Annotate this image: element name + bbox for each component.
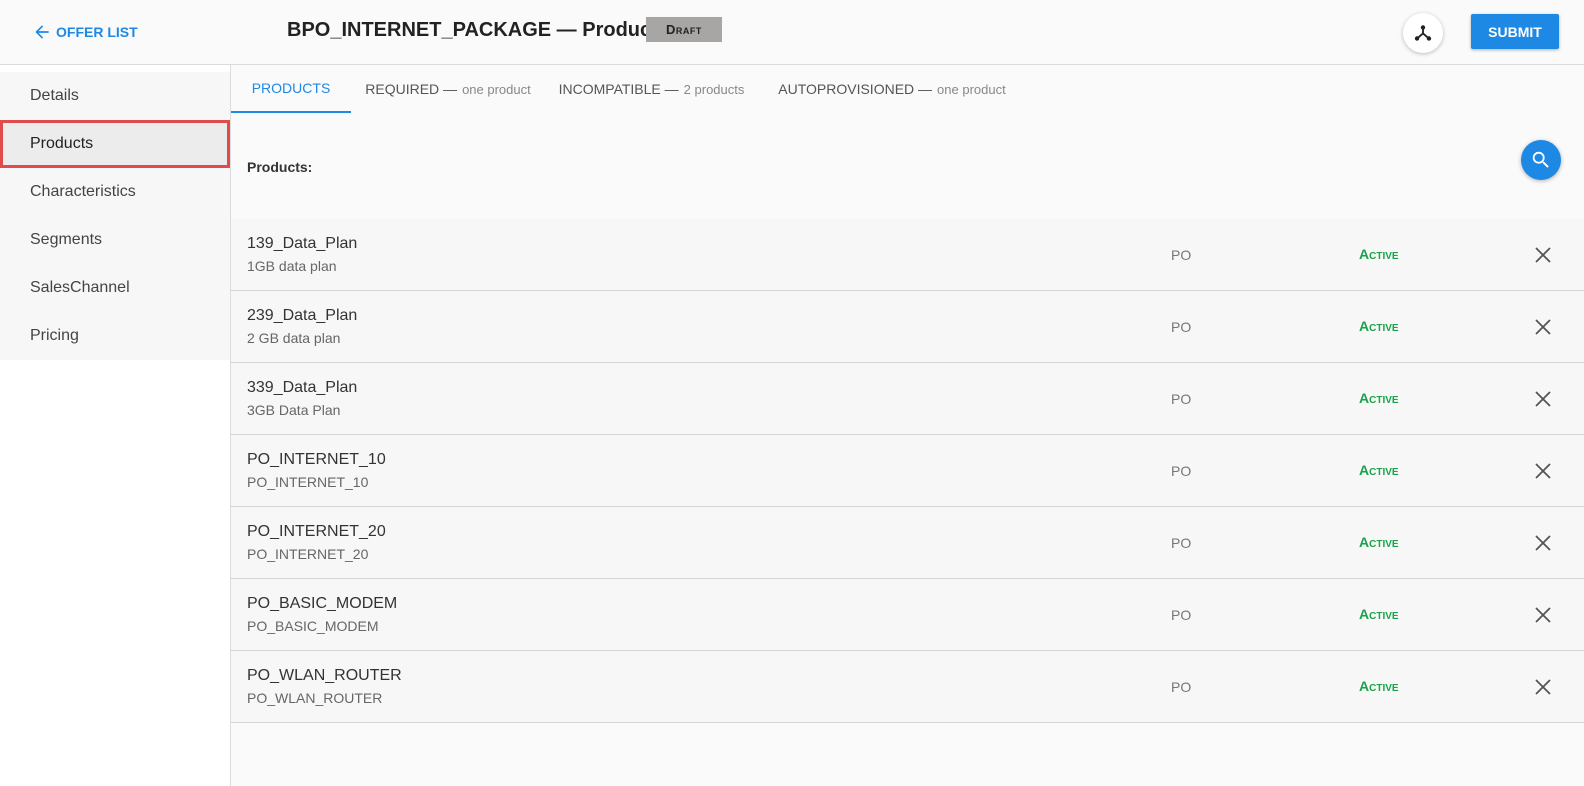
product-type: PO xyxy=(1171,463,1192,479)
product-type: PO xyxy=(1171,391,1192,407)
product-status: Active xyxy=(1359,462,1399,478)
status-badge: Draft xyxy=(646,17,722,42)
close-icon xyxy=(1535,319,1551,335)
tab-autoprovisioned[interactable]: AUTOPROVISIONED — one product xyxy=(758,65,1026,113)
product-description: PO_BASIC_MODEM xyxy=(247,618,379,634)
product-name: 339_Data_Plan xyxy=(247,379,358,396)
product-description: PO_INTERNET_10 xyxy=(247,474,369,490)
list-item[interactable]: PO_WLAN_ROUTER PO_WLAN_ROUTER PO Active xyxy=(231,651,1584,723)
remove-product-button[interactable] xyxy=(1533,677,1553,697)
product-description: 3GB Data Plan xyxy=(247,402,341,418)
tab-bar: PRODUCTS REQUIRED — one product INCOMPAT… xyxy=(231,65,1584,113)
product-description: PO_WLAN_ROUTER xyxy=(247,690,383,706)
list-item[interactable]: PO_BASIC_MODEM PO_BASIC_MODEM PO Active xyxy=(231,579,1584,651)
close-icon xyxy=(1535,535,1551,551)
hierarchy-icon xyxy=(1414,25,1432,41)
product-status: Active xyxy=(1359,246,1399,262)
remove-product-button[interactable] xyxy=(1533,317,1553,337)
product-name: 139_Data_Plan xyxy=(247,235,358,252)
product-name: 239_Data_Plan xyxy=(247,307,358,324)
tab-products[interactable]: PRODUCTS xyxy=(231,65,351,113)
close-icon xyxy=(1535,607,1551,623)
product-name: PO_INTERNET_20 xyxy=(247,523,386,540)
product-status: Active xyxy=(1359,390,1399,406)
tab-count: one product xyxy=(462,81,531,97)
list-item[interactable]: 139_Data_Plan 1GB data plan PO Active xyxy=(231,219,1584,291)
product-type: PO xyxy=(1171,679,1192,695)
sidebar-item-pricing[interactable]: Pricing xyxy=(0,312,230,360)
remove-product-button[interactable] xyxy=(1533,533,1553,553)
app-header: OFFER LIST BPO_INTERNET_PACKAGE — Produc… xyxy=(0,0,1584,65)
main-content: PRODUCTS REQUIRED — one product INCOMPAT… xyxy=(231,65,1584,786)
products-section-label: Products: xyxy=(247,159,313,175)
tab-required[interactable]: REQUIRED — one product xyxy=(351,65,545,113)
search-button[interactable] xyxy=(1521,140,1561,180)
remove-product-button[interactable] xyxy=(1533,245,1553,265)
product-status: Active xyxy=(1359,678,1399,694)
product-type: PO xyxy=(1171,607,1192,623)
search-icon xyxy=(1532,151,1549,168)
remove-product-button[interactable] xyxy=(1533,605,1553,625)
close-icon xyxy=(1535,463,1551,479)
tab-count: one product xyxy=(937,81,1006,97)
product-type: PO xyxy=(1171,535,1192,551)
tab-count: 2 products xyxy=(683,81,745,97)
product-status: Active xyxy=(1359,606,1399,622)
list-item[interactable]: 239_Data_Plan 2 GB data plan PO Active xyxy=(231,291,1584,363)
close-icon xyxy=(1535,679,1551,695)
tab-label: PRODUCTS xyxy=(251,80,331,96)
sidebar-item-characteristics[interactable]: Characteristics xyxy=(0,168,230,216)
product-type: PO xyxy=(1171,247,1192,263)
tab-label: INCOMPATIBLE — xyxy=(558,81,679,97)
sidebar: Details Products Characteristics Segment… xyxy=(0,65,231,786)
product-status: Active xyxy=(1359,534,1399,550)
close-icon xyxy=(1535,247,1551,263)
product-description: PO_INTERNET_20 xyxy=(247,546,369,562)
tab-incompatible[interactable]: INCOMPATIBLE — 2 products xyxy=(545,65,758,113)
sidebar-item-products[interactable]: Products xyxy=(0,120,230,168)
list-item[interactable]: PO_INTERNET_10 PO_INTERNET_10 PO Active xyxy=(231,435,1584,507)
close-icon xyxy=(1535,391,1551,407)
list-item[interactable]: 339_Data_Plan 3GB Data Plan PO Active xyxy=(231,363,1584,435)
remove-product-button[interactable] xyxy=(1533,389,1553,409)
products-list: 139_Data_Plan 1GB data plan PO Active 23… xyxy=(231,219,1584,723)
product-description: 2 GB data plan xyxy=(247,330,341,346)
arrow-left-icon xyxy=(35,25,49,39)
product-description: 1GB data plan xyxy=(247,258,337,274)
back-link-label: OFFER LIST xyxy=(56,24,138,40)
hierarchy-button[interactable] xyxy=(1403,13,1443,53)
remove-product-button[interactable] xyxy=(1533,461,1553,481)
product-name: PO_BASIC_MODEM xyxy=(247,595,398,612)
sidebar-item-details[interactable]: Details xyxy=(0,72,230,120)
sidebar-item-saleschannel[interactable]: SalesChannel xyxy=(0,264,230,312)
submit-button[interactable]: SUBMIT xyxy=(1471,14,1559,49)
list-item[interactable]: PO_INTERNET_20 PO_INTERNET_20 PO Active xyxy=(231,507,1584,579)
tab-label: AUTOPROVISIONED — xyxy=(778,81,933,97)
product-type: PO xyxy=(1171,319,1192,335)
tab-label: REQUIRED — xyxy=(365,81,458,97)
back-to-offer-list-link[interactable]: OFFER LIST xyxy=(32,22,138,42)
page-title: BPO_INTERNET_PACKAGE — Products xyxy=(287,19,669,41)
product-name: PO_INTERNET_10 xyxy=(247,451,386,468)
sidebar-item-segments[interactable]: Segments xyxy=(0,216,230,264)
product-name: PO_WLAN_ROUTER xyxy=(247,667,402,684)
product-status: Active xyxy=(1359,318,1399,334)
